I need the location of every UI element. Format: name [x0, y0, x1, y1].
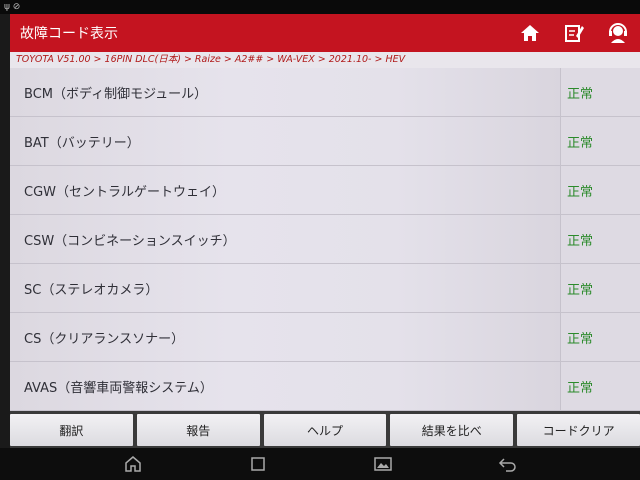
system-name: AVAS（音響車両警報システム）	[10, 362, 560, 410]
action-toolbar: 翻訳 報告 ヘルプ 結果を比べ コードクリア	[10, 411, 640, 448]
compare-results-button[interactable]: 結果を比べ	[390, 414, 514, 446]
list-item[interactable]: BAT（バッテリー） 正常	[10, 117, 640, 166]
system-status: 正常	[560, 166, 640, 214]
system-name: CGW（セントラルゲートウェイ）	[10, 166, 560, 214]
list-item[interactable]: SC（ステレオカメラ） 正常	[10, 264, 640, 313]
system-status: 正常	[560, 117, 640, 165]
nav-back-icon[interactable]	[496, 452, 520, 476]
system-name: CSW（コンビネーションスイッチ）	[10, 215, 560, 263]
app-header: 故障コード表示	[10, 14, 640, 52]
system-list: BCM（ボディ制御モジュール） 正常 BAT（バッテリー） 正常 CGW（セント…	[10, 68, 640, 411]
clear-codes-button[interactable]: コードクリア	[517, 414, 640, 446]
report-button[interactable]: 報告	[136, 414, 260, 446]
list-item[interactable]: AVAS（音響車両警報システム） 正常	[10, 362, 640, 411]
nav-home-icon[interactable]	[121, 452, 145, 476]
list-item[interactable]: CGW（セントラルゲートウェイ） 正常	[10, 166, 640, 215]
system-name: BAT（バッテリー）	[10, 117, 560, 165]
help-button[interactable]: ヘルプ	[263, 414, 387, 446]
translate-button[interactable]: 翻訳	[10, 414, 133, 446]
list-item[interactable]: CS（クリアランスソナー） 正常	[10, 313, 640, 362]
system-status: 正常	[560, 313, 640, 361]
home-icon[interactable]	[508, 14, 552, 52]
system-status: 正常	[560, 215, 640, 263]
status-icons: ψ ⊘	[4, 2, 21, 12]
system-status: 正常	[560, 362, 640, 410]
breadcrumb: TOYOTA V51.00 > 16PIN DLC(日本) > Raize > …	[10, 52, 640, 68]
system-name: BCM（ボディ制御モジュール）	[10, 68, 560, 116]
edit-icon[interactable]	[552, 14, 596, 52]
list-item[interactable]: BCM（ボディ制御モジュール） 正常	[10, 68, 640, 117]
android-nav-bar	[0, 448, 640, 480]
system-name: CS（クリアランスソナー）	[10, 313, 560, 361]
nav-screenshot-icon[interactable]	[371, 452, 395, 476]
device-screen: ψ ⊘ 故障コード表示 TOYOTA V51.00 > 16PIN DLC(日本…	[0, 0, 640, 480]
left-bezel	[0, 14, 10, 448]
nav-recent-icon[interactable]	[246, 452, 270, 476]
system-status-bar: ψ ⊘	[0, 0, 640, 14]
system-status: 正常	[560, 68, 640, 116]
system-status: 正常	[560, 264, 640, 312]
support-icon[interactable]	[596, 14, 640, 52]
list-item[interactable]: CSW（コンビネーションスイッチ） 正常	[10, 215, 640, 264]
system-name: SC（ステレオカメラ）	[10, 264, 560, 312]
page-title: 故障コード表示	[20, 26, 118, 42]
